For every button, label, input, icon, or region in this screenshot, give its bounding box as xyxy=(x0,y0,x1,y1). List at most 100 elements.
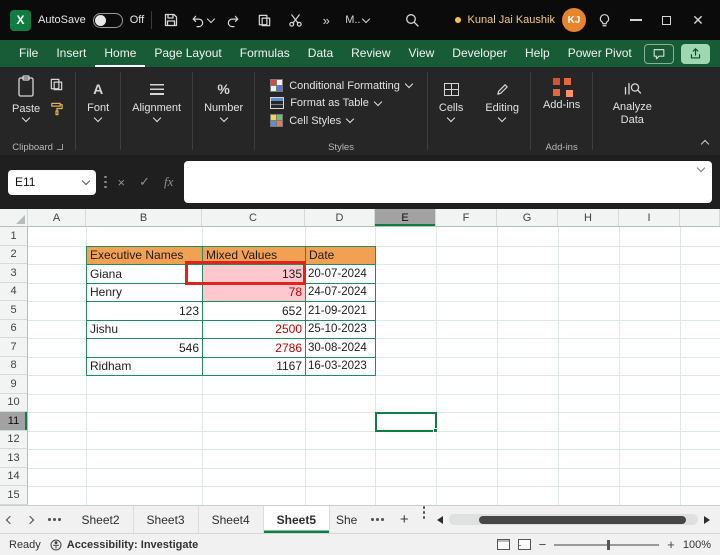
autosave-toggle[interactable] xyxy=(92,12,123,28)
cell-styles-button[interactable]: Cell Styles xyxy=(270,114,412,127)
zoom-in-button[interactable]: + xyxy=(667,538,675,551)
scroll-left-button[interactable] xyxy=(437,515,444,524)
col-header-b[interactable]: B xyxy=(86,209,202,226)
sheet-options-right-icon[interactable] xyxy=(363,506,392,533)
quick-access-overflow-button[interactable]: » xyxy=(314,7,338,33)
excel-logo-icon[interactable]: X xyxy=(10,9,31,31)
new-sheet-button[interactable]: + xyxy=(392,506,417,533)
conditional-formatting-button[interactable]: Conditional Formatting xyxy=(270,79,414,92)
user-avatar[interactable]: KJ xyxy=(561,8,586,32)
sheet-nav-prev-button[interactable] xyxy=(0,506,20,533)
alignment-dropdown-button[interactable]: Alignment xyxy=(128,72,185,141)
row-header-13[interactable]: 13 xyxy=(0,449,28,468)
name-box[interactable]: E11 xyxy=(8,169,96,195)
close-button[interactable]: ✕ xyxy=(686,7,710,33)
tab-home[interactable]: Home xyxy=(95,40,146,67)
cell-d7[interactable]: 30-08-2024 xyxy=(306,339,376,358)
sheet-tab-sheet5-active[interactable]: Sheet5 xyxy=(263,506,330,533)
col-header-e-selected[interactable]: E xyxy=(375,209,436,226)
tab-page-layout[interactable]: Page Layout xyxy=(145,40,230,67)
row-header-11-selected[interactable]: 11 xyxy=(0,412,28,431)
accessibility-checker-button[interactable]: Accessibility: Investigate xyxy=(50,539,198,551)
cell-c6[interactable]: 2500 xyxy=(203,320,306,339)
document-menu-button[interactable]: M.. xyxy=(345,7,371,33)
format-as-table-button[interactable]: Format as Table xyxy=(270,97,412,109)
redo-button[interactable] xyxy=(221,7,245,33)
zoom-slider[interactable] xyxy=(554,539,660,550)
row-header-7[interactable]: 7 xyxy=(0,338,28,357)
col-header-a[interactable]: A xyxy=(28,209,86,226)
share-button[interactable] xyxy=(681,43,710,64)
tab-developer[interactable]: Developer xyxy=(443,40,516,67)
scrollbar-track[interactable] xyxy=(449,514,698,525)
sheet-tab-sheet3[interactable]: Sheet3 xyxy=(134,506,199,533)
comments-button[interactable] xyxy=(644,43,674,64)
dialog-launcher-icon[interactable] xyxy=(56,144,63,150)
tab-help[interactable]: Help xyxy=(516,40,559,67)
cancel-button[interactable]: × xyxy=(115,175,129,190)
page-layout-view-button[interactable] xyxy=(496,539,510,550)
save-button[interactable] xyxy=(159,7,183,33)
row-header-14[interactable]: 14 xyxy=(0,467,28,486)
tab-file[interactable]: File xyxy=(10,40,47,67)
col-header-c[interactable]: C xyxy=(202,209,305,226)
copy-small-button[interactable] xyxy=(49,77,64,92)
sheet-tab-partial[interactable]: She xyxy=(330,506,363,533)
sheet-nav-next-button[interactable] xyxy=(20,506,40,533)
row-header-2[interactable]: 2 xyxy=(0,245,28,264)
cell-b6[interactable]: Jishu xyxy=(87,320,203,339)
cell-c4[interactable]: 78 xyxy=(203,283,306,302)
sheet-options-left-icon[interactable] xyxy=(40,506,69,533)
row-header-10[interactable]: 10 xyxy=(0,393,28,412)
scroll-right-button[interactable] xyxy=(704,515,710,524)
row-header-5[interactable]: 5 xyxy=(0,301,28,320)
cell-b7[interactable]: 546 xyxy=(87,339,203,358)
number-dropdown-button[interactable]: % Number xyxy=(200,72,247,141)
format-painter-button[interactable] xyxy=(49,101,64,116)
row-header-12[interactable]: 12 xyxy=(0,430,28,449)
tab-review[interactable]: Review xyxy=(342,40,399,67)
col-header-i[interactable]: I xyxy=(619,209,680,226)
scrollbar-thumb[interactable] xyxy=(478,515,686,524)
cell-b4[interactable]: Henry xyxy=(87,283,203,302)
tab-power-pivot[interactable]: Power Pivot xyxy=(559,40,641,67)
cell-d4[interactable]: 24-07-2024 xyxy=(306,283,376,302)
tips-button[interactable] xyxy=(593,7,617,33)
cell-c8[interactable]: 1167 xyxy=(203,357,306,376)
cell-c7[interactable]: 2786 xyxy=(203,339,306,358)
col-header-h[interactable]: H xyxy=(558,209,619,226)
formula-bar-handle[interactable] xyxy=(104,175,107,189)
formula-input[interactable] xyxy=(184,161,712,203)
selected-cell-e11[interactable] xyxy=(375,412,438,433)
zoom-out-button[interactable]: − xyxy=(539,538,547,551)
cells-dropdown-button[interactable]: Cells xyxy=(435,72,467,141)
cell-c5[interactable]: 652 xyxy=(203,302,306,321)
row-header-4[interactable]: 4 xyxy=(0,282,28,301)
row-header-6[interactable]: 6 xyxy=(0,319,28,338)
col-header-d[interactable]: D xyxy=(305,209,375,226)
col-header-f[interactable]: F xyxy=(436,209,497,226)
select-all-corner[interactable] xyxy=(0,209,28,226)
copy-button[interactable] xyxy=(252,7,276,33)
row-header-8[interactable]: 8 xyxy=(0,356,28,375)
tab-formulas[interactable]: Formulas xyxy=(231,40,299,67)
editing-dropdown-button[interactable]: Editing xyxy=(481,72,523,141)
sheet-tab-sheet2[interactable]: Sheet2 xyxy=(69,506,134,533)
tab-insert[interactable]: Insert xyxy=(47,40,95,67)
cell-d8[interactable]: 16-03-2023 xyxy=(306,357,376,376)
col-header-partial[interactable] xyxy=(680,209,720,226)
cell-d5[interactable]: 21-09-2021 xyxy=(306,302,376,321)
analyze-data-button[interactable]: Analyze Data xyxy=(600,72,664,141)
cell-d2[interactable]: Date xyxy=(306,246,376,265)
collapse-ribbon-icon[interactable] xyxy=(700,139,710,149)
cell-d6[interactable]: 25-10-2023 xyxy=(306,320,376,339)
tab-view[interactable]: View xyxy=(400,40,444,67)
page-break-view-button[interactable] xyxy=(517,539,531,550)
cell-d3[interactable]: 20-07-2024 xyxy=(306,265,376,284)
sheetbar-more-icon[interactable] xyxy=(417,506,432,533)
restore-button[interactable] xyxy=(655,7,679,33)
expand-formula-bar-icon[interactable] xyxy=(696,163,706,173)
tab-data[interactable]: Data xyxy=(299,40,342,67)
paste-button[interactable]: Paste xyxy=(7,72,45,141)
cut-button[interactable] xyxy=(283,7,307,33)
